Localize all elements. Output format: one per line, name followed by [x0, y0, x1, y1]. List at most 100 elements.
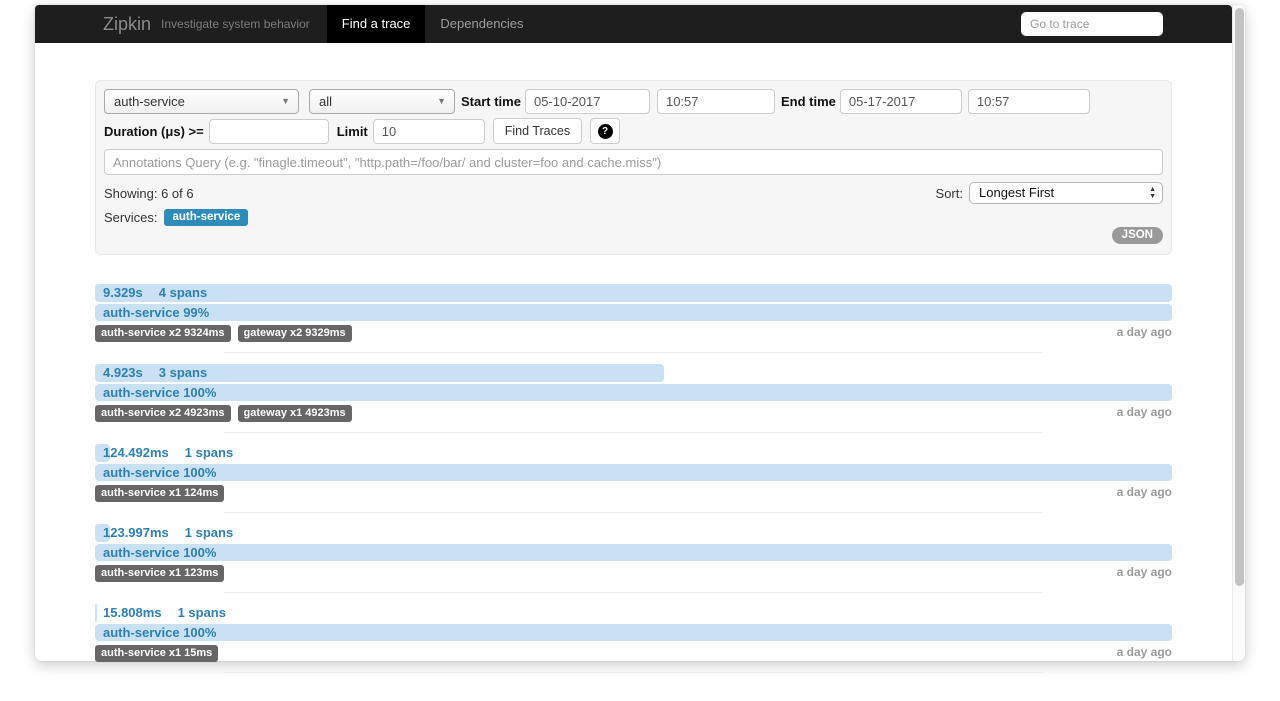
trace-list: 9.329s 4 spans auth-service 99% auth-serv…: [95, 284, 1172, 673]
start-clock-input[interactable]: [656, 89, 775, 114]
chevron-down-icon: ▼: [281, 96, 290, 106]
trace-divider: [224, 432, 1043, 433]
trace-tags: auth-service x2 4923ms gateway x1 4923ms: [95, 405, 359, 422]
trace-service-summary-bar[interactable]: auth-service 100%: [95, 544, 1172, 561]
trace-span-count: 1 spans: [184, 525, 234, 540]
json-row: JSON: [104, 227, 1163, 244]
trace-tags-row: auth-service x1 123ms a day ago: [95, 565, 1172, 582]
trace-tags: auth-service x1 124ms: [95, 485, 231, 502]
trace-row: 123.997ms 1 spans auth-service 100% auth-…: [95, 524, 1172, 593]
page-scrollbar[interactable]: [1232, 5, 1245, 661]
goto-trace-input[interactable]: [1021, 12, 1163, 36]
trace-age: a day ago: [1116, 565, 1172, 579]
sort-label: Sort:: [935, 185, 963, 201]
duration-label: Duration (μs) >=: [104, 123, 204, 139]
services-label: Services:: [104, 210, 158, 225]
trace-duration-bar[interactable]: 124.492ms 1 spans: [95, 444, 1172, 462]
navbar-tagline: Investigate system behavior: [161, 17, 310, 31]
trace-tags-row: auth-service x2 9324ms gateway x2 9329ms …: [95, 325, 1172, 342]
trace-row: 124.492ms 1 spans auth-service 100% auth-…: [95, 444, 1172, 513]
service-select-value: auth-service: [114, 94, 185, 109]
zipkin-brand: Zipkin: [103, 13, 152, 34]
end-clock-input[interactable]: [967, 89, 1090, 114]
service-select[interactable]: auth-service ▼: [104, 89, 299, 114]
service-tag-badge: auth-service x1 15ms: [95, 645, 219, 662]
trace-duration-text: 15.808ms 1 spans: [95, 604, 1172, 622]
services-row: Services: auth-service: [104, 209, 1163, 226]
browser-window: Zipkin Investigate system behavior Find …: [35, 5, 1245, 673]
start-time-label: Start time: [461, 94, 521, 109]
limit-input[interactable]: [372, 118, 485, 144]
sort-select[interactable]: Longest First ▲ ▼: [969, 182, 1163, 204]
trace-service-summary-bar[interactable]: auth-service 99%: [95, 304, 1172, 321]
trace-span-count: 1 spans: [184, 445, 234, 460]
end-time-label: End time: [780, 94, 836, 109]
trace-span-count: 4 spans: [158, 285, 208, 300]
tab-find-a-trace[interactable]: Find a trace: [326, 5, 426, 43]
service-tag-badge: auth-service x1 124ms: [95, 485, 225, 502]
trace-age: a day ago: [1116, 485, 1172, 499]
trace-row: 4.923s 3 spans auth-service 100% auth-ser…: [95, 364, 1172, 433]
trace-span-count: 3 spans: [158, 365, 208, 380]
end-date-input[interactable]: [839, 89, 962, 114]
trace-duration-text: 124.492ms 1 spans: [95, 444, 1172, 462]
json-button[interactable]: JSON: [1111, 227, 1163, 244]
find-traces-button[interactable]: Find Traces: [492, 118, 583, 144]
trace-row: 9.329s 4 spans auth-service 99% auth-serv…: [95, 284, 1172, 353]
trace-divider: [224, 672, 1043, 673]
trace-duration-text: 9.329s 4 spans: [95, 284, 1172, 302]
service-tag-badge: gateway x2 9329ms: [237, 325, 352, 342]
trace-duration-text: 4.923s 3 spans: [95, 364, 1172, 382]
limit-label: Limit: [336, 123, 368, 139]
span-select[interactable]: all ▼: [309, 89, 455, 114]
trace-divider: [224, 512, 1043, 513]
trace-age: a day ago: [1116, 405, 1172, 419]
scrollbar-thumb[interactable]: [1235, 8, 1244, 586]
annotations-query-input[interactable]: [104, 149, 1163, 175]
trace-tags-row: auth-service x2 4923ms gateway x1 4923ms …: [95, 405, 1172, 422]
results-summary-row: Showing: 6 of 6 Sort: Longest First ▲ ▼: [104, 182, 1163, 204]
trace-duration-bar[interactable]: 15.808ms 1 spans: [95, 604, 1172, 622]
trace-duration-bar[interactable]: 4.923s 3 spans: [95, 364, 1172, 382]
main-content: auth-service ▼ all ▼ Start time End time…: [95, 43, 1172, 684]
service-tag-badge: auth-service x2 4923ms: [95, 405, 231, 422]
trace-service-summary-bar[interactable]: auth-service 100%: [95, 464, 1172, 481]
trace-tags-row: auth-service x1 124ms a day ago: [95, 485, 1172, 502]
trace-age: a day ago: [1116, 325, 1172, 339]
span-select-value: all: [319, 94, 333, 109]
search-panel: auth-service ▼ all ▼ Start time End time…: [95, 80, 1172, 255]
trace-tags: auth-service x2 9324ms gateway x2 9329ms: [95, 325, 359, 342]
trace-duration: 15.808ms: [103, 605, 162, 620]
trace-row: 15.808ms 1 spans auth-service 100% auth-s…: [95, 604, 1172, 673]
trace-duration-text: 123.997ms 1 spans: [95, 524, 1172, 542]
trace-duration: 9.329s: [103, 285, 143, 300]
trace-service-summary-bar[interactable]: auth-service 100%: [95, 624, 1172, 641]
trace-span-count: 1 spans: [177, 605, 226, 620]
service-badge: auth-service: [164, 209, 249, 226]
sort-select-value: Longest First: [979, 185, 1055, 200]
trace-age: a day ago: [1116, 645, 1172, 659]
trace-service-summary-bar[interactable]: auth-service 100%: [95, 384, 1172, 401]
trace-duration: 4.923s: [103, 365, 143, 380]
service-tag-badge: auth-service x2 9324ms: [95, 325, 231, 342]
tab-dependencies[interactable]: Dependencies: [425, 5, 538, 43]
service-tag-badge: gateway x1 4923ms: [237, 405, 352, 422]
trace-duration-bar[interactable]: 123.997ms 1 spans: [95, 524, 1172, 542]
trace-divider: [224, 592, 1043, 593]
chevron-down-icon: ▼: [437, 96, 446, 106]
help-button[interactable]: ?: [590, 118, 621, 144]
trace-duration: 124.492ms: [103, 445, 169, 460]
trace-tags-row: auth-service x1 15ms a day ago: [95, 645, 1172, 662]
filter-row-1: auth-service ▼ all ▼ Start time End time: [104, 89, 1163, 114]
trace-duration-bar[interactable]: 9.329s 4 spans: [95, 284, 1172, 302]
showing-count: Showing: 6 of 6: [104, 185, 194, 201]
sort-control: Sort: Longest First ▲ ▼: [936, 182, 1163, 204]
question-mark-icon: ?: [597, 123, 613, 139]
duration-input[interactable]: [208, 118, 329, 144]
filter-row-2: Duration (μs) >= Limit Find Traces ?: [104, 118, 1163, 144]
trace-tags: auth-service x1 15ms: [95, 645, 225, 662]
trace-divider: [224, 352, 1043, 353]
start-date-input[interactable]: [524, 89, 650, 114]
trace-duration: 123.997ms: [103, 525, 169, 540]
navbar: Zipkin Investigate system behavior Find …: [35, 5, 1232, 43]
